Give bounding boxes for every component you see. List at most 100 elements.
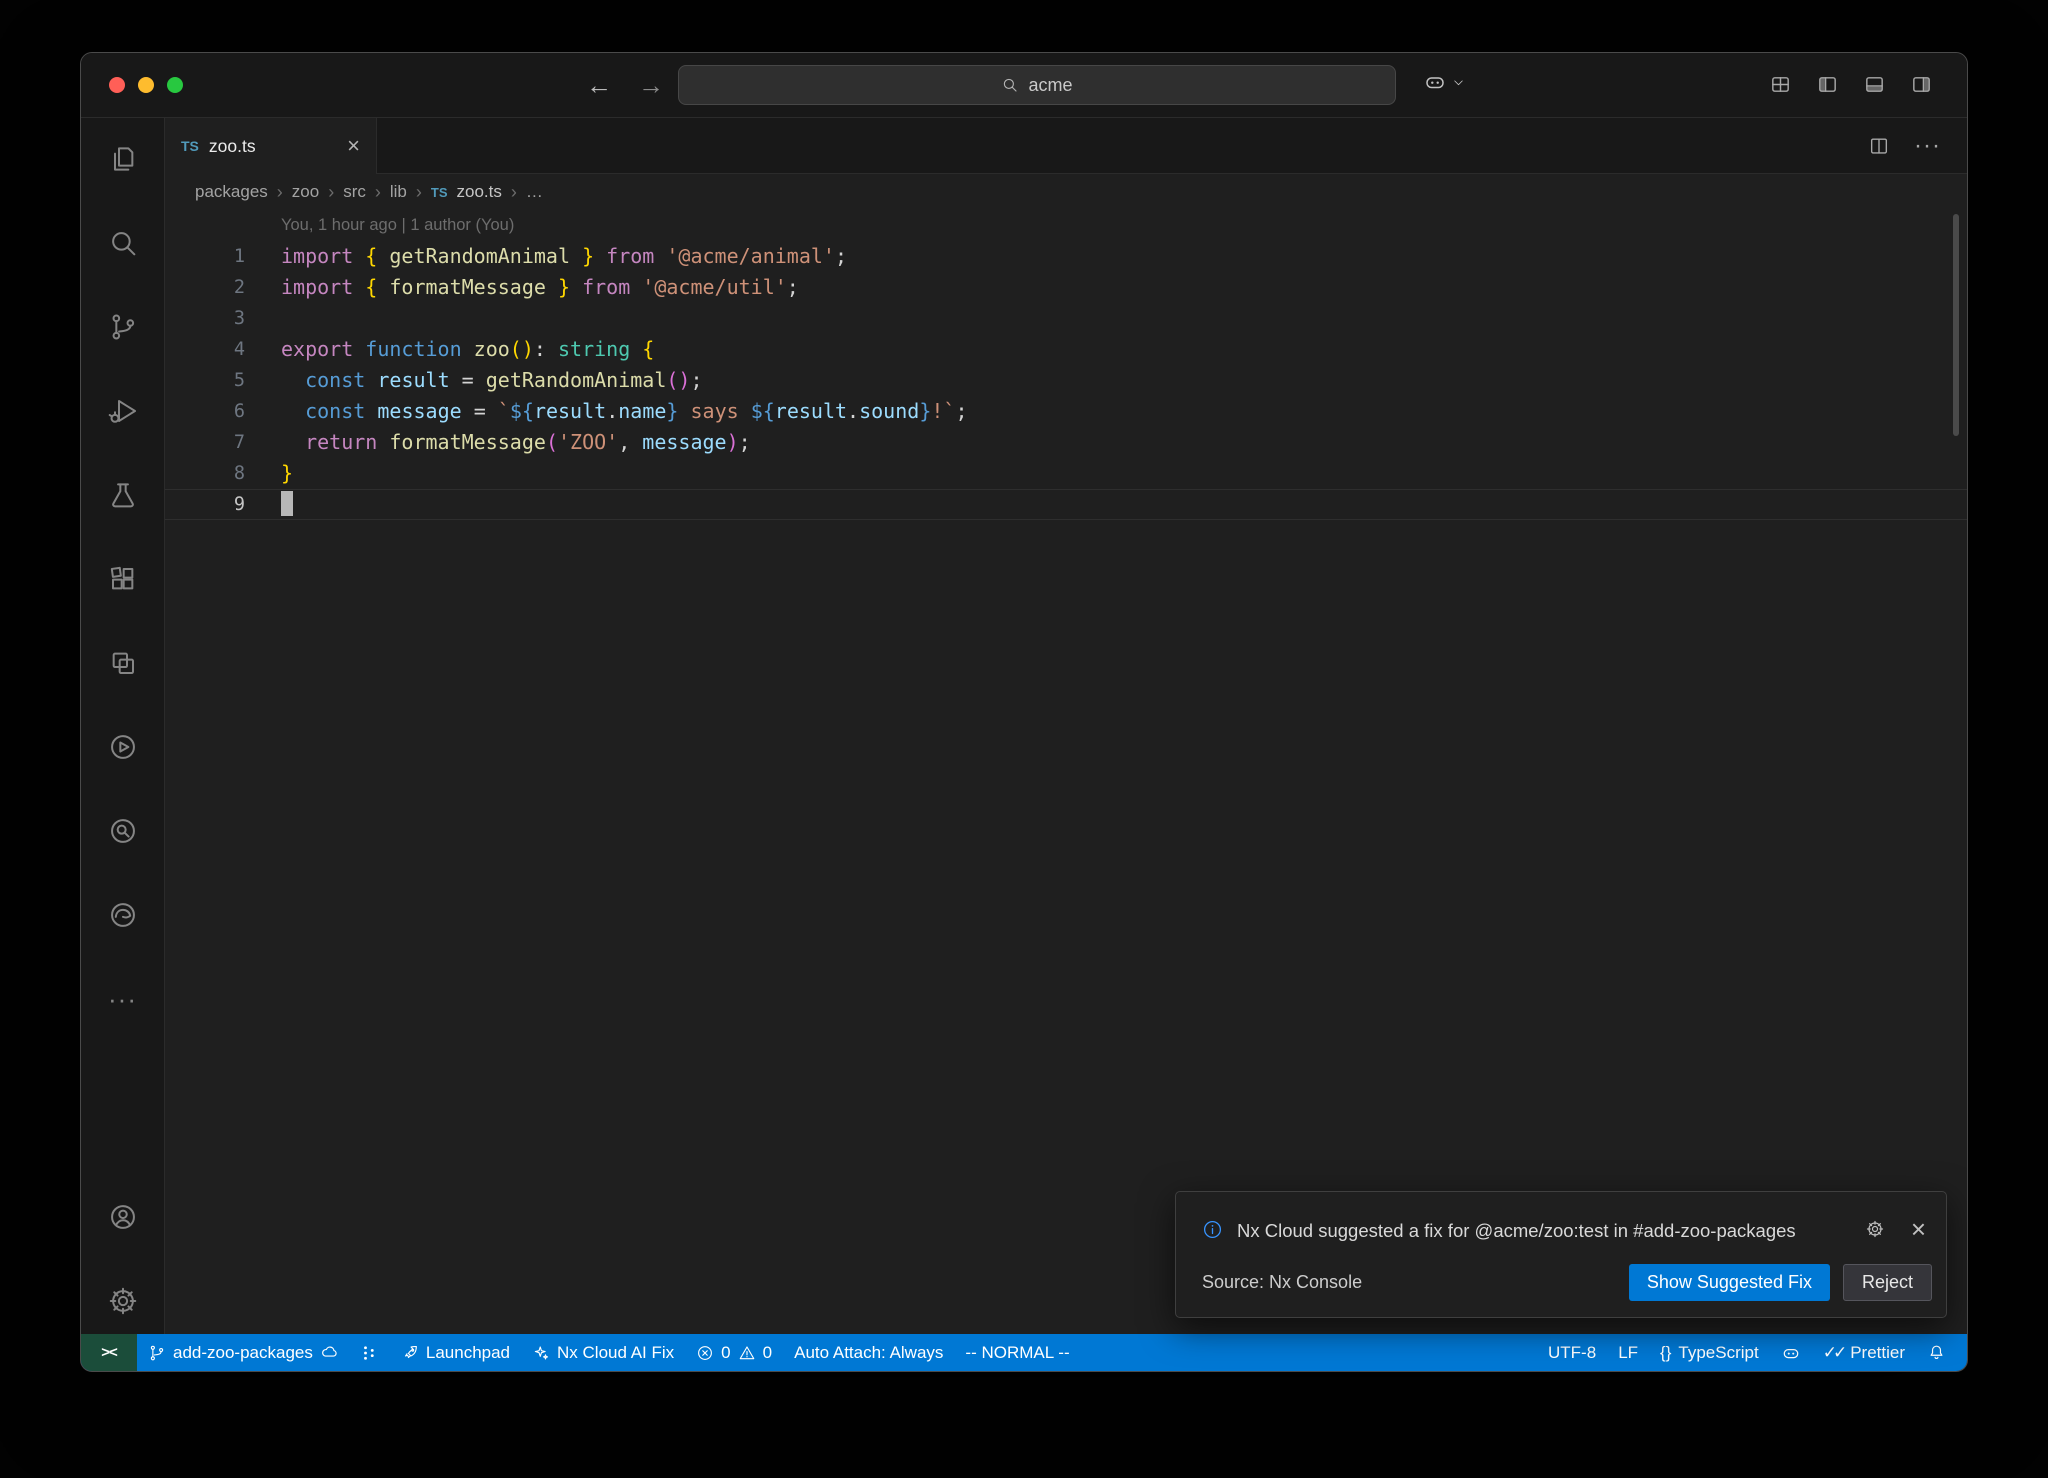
testing-icon[interactable] — [106, 478, 140, 512]
toggle-sidebar-left-icon[interactable] — [1816, 73, 1839, 96]
code-text: import { formatMessage } from '@acme/uti… — [281, 272, 799, 303]
forward-button[interactable]: → — [638, 72, 664, 98]
reject-button[interactable]: Reject — [1843, 1264, 1932, 1301]
breadcrumb-file[interactable]: zoo.ts — [457, 182, 502, 202]
line-number: 2 — [165, 272, 281, 303]
notification-message: Nx Cloud suggested a fix for @acme/zoo:t… — [1237, 1216, 1837, 1246]
layout-controls — [1769, 73, 1933, 96]
toggle-panel-icon[interactable] — [1863, 73, 1886, 96]
notification-header: Nx Cloud suggested a fix for @acme/zoo:t… — [1176, 1192, 1946, 1252]
problems-item[interactable]: 0 0 — [685, 1334, 783, 1371]
line-number: 6 — [165, 396, 281, 427]
more-views-icon[interactable]: ··· — [106, 982, 140, 1016]
breadcrumb-item[interactable]: lib — [390, 182, 407, 202]
eol-item[interactable]: LF — [1607, 1334, 1649, 1371]
source-control-icon[interactable] — [106, 310, 140, 344]
prettier-item[interactable]: ✓✓ Prettier — [1812, 1334, 1916, 1371]
code-line[interactable]: 6 const message = `${result.name} says $… — [165, 396, 1967, 427]
breadcrumb-separator: › — [277, 182, 283, 203]
edge-browser-icon[interactable] — [106, 898, 140, 932]
code-line[interactable]: 3 — [165, 303, 1967, 334]
tab-bar: TS zoo.ts × ··· — [165, 118, 1967, 174]
command-center-search[interactable]: acme — [678, 65, 1396, 105]
vim-block-cursor — [281, 491, 293, 516]
code-line[interactable]: 1import { getRandomAnimal } from '@acme/… — [165, 241, 1967, 272]
explorer-icon[interactable] — [106, 142, 140, 176]
code-text: const result = getRandomAnimal(); — [281, 365, 703, 396]
braces-icon: {} — [1660, 1343, 1671, 1363]
search-query: acme — [1028, 75, 1072, 96]
ai-sparkle-icon — [532, 1344, 550, 1362]
code-line[interactable]: 5 const result = getRandomAnimal(); — [165, 365, 1967, 396]
search-sidebar-icon[interactable] — [106, 226, 140, 260]
editor-more-actions-icon[interactable]: ··· — [1914, 142, 1941, 150]
breadcrumb-item[interactable]: zoo — [292, 182, 319, 202]
line-number: 8 — [165, 458, 281, 489]
auto-attach-item[interactable]: Auto Attach: Always — [783, 1334, 954, 1371]
show-suggested-fix-button[interactable]: Show Suggested Fix — [1629, 1264, 1830, 1301]
double-check-icon: ✓✓ — [1823, 1343, 1844, 1363]
breadcrumb-item[interactable]: packages — [195, 182, 268, 202]
code-line[interactable]: 8} — [165, 458, 1967, 489]
tab-label: zoo.ts — [209, 136, 256, 157]
breadcrumb-item[interactable]: src — [343, 182, 366, 202]
notification-settings-gear-icon[interactable] — [1865, 1219, 1885, 1239]
git-branch-item[interactable]: add-zoo-packages — [137, 1334, 350, 1371]
close-window-button[interactable] — [109, 77, 125, 93]
maximize-window-button[interactable] — [167, 77, 183, 93]
settings-gear-icon[interactable] — [106, 1284, 140, 1318]
nx-cloud-fix-label: Nx Cloud AI Fix — [557, 1343, 674, 1363]
warning-count: 0 — [763, 1343, 772, 1363]
nx-console-icon[interactable] — [106, 730, 140, 764]
language-label: TypeScript — [1678, 1343, 1758, 1363]
line-number: 1 — [165, 241, 281, 272]
commit-graph-item[interactable] — [350, 1334, 390, 1371]
git-branch-icon — [148, 1344, 166, 1362]
project-graph-icon[interactable] — [106, 814, 140, 848]
git-blame-annotation: You, 1 hour ago | 1 author (You) — [281, 210, 1967, 241]
traffic-lights — [109, 77, 183, 93]
toggle-sidebar-right-icon[interactable] — [1910, 73, 1933, 96]
run-debug-icon[interactable] — [106, 394, 140, 428]
status-bar: >< add-zoo-packages Launchpad — [81, 1334, 1967, 1371]
code-editor[interactable]: You, 1 hour ago | 1 author (You) 1import… — [165, 210, 1967, 1334]
tab-zoo-ts[interactable]: TS zoo.ts × — [165, 118, 377, 174]
typescript-file-icon: TS — [431, 185, 448, 200]
line-number: 3 — [165, 303, 281, 334]
remote-indicator[interactable]: >< — [81, 1334, 137, 1371]
code-line[interactable]: 4export function zoo(): string { — [165, 334, 1967, 365]
branch-name: add-zoo-packages — [173, 1343, 313, 1363]
breadcrumb: packages › zoo › src › lib › TS zoo.ts ›… — [165, 174, 1967, 210]
customize-layout-icon[interactable] — [1769, 73, 1792, 96]
error-icon — [696, 1344, 714, 1362]
accounts-icon[interactable] — [106, 1200, 140, 1234]
code-line[interactable]: 2import { formatMessage } from '@acme/ut… — [165, 272, 1967, 303]
language-item[interactable]: {} TypeScript — [1649, 1334, 1770, 1371]
code-line[interactable]: 9 — [165, 489, 1967, 520]
launchpad-item[interactable]: Launchpad — [390, 1334, 521, 1371]
notification-footer: Source: Nx Console Show Suggested Fix Re… — [1176, 1252, 1946, 1317]
error-count: 0 — [721, 1343, 730, 1363]
line-number: 9 — [165, 490, 281, 519]
minimize-window-button[interactable] — [138, 77, 154, 93]
nx-cloud-fix-item[interactable]: Nx Cloud AI Fix — [521, 1334, 685, 1371]
extensions-icon[interactable] — [106, 562, 140, 596]
notifications-bell-item[interactable] — [1916, 1334, 1957, 1371]
notification-close-icon[interactable]: × — [1911, 1216, 1926, 1242]
vim-mode-item[interactable]: -- NORMAL -- — [954, 1334, 1080, 1371]
encoding-item[interactable]: UTF-8 — [1537, 1334, 1607, 1371]
scrollbar-thumb[interactable] — [1953, 214, 1959, 436]
copilot-menu-button[interactable] — [1423, 70, 1465, 94]
line-number: 4 — [165, 334, 281, 365]
back-button[interactable]: ← — [586, 72, 612, 98]
remote-explorer-icon[interactable] — [106, 646, 140, 680]
notification-source: Source: Nx Console — [1202, 1272, 1362, 1293]
code-text — [281, 490, 293, 519]
split-editor-icon[interactable] — [1868, 135, 1890, 157]
copilot-status-item[interactable] — [1770, 1334, 1812, 1371]
code-line[interactable]: 7 return formatMessage('ZOO', message); — [165, 427, 1967, 458]
tab-close-icon[interactable]: × — [347, 135, 360, 157]
history-navigation: ← → — [586, 53, 664, 117]
code-text: return formatMessage('ZOO', message); — [281, 427, 751, 458]
breadcrumb-overflow[interactable]: … — [526, 182, 543, 202]
